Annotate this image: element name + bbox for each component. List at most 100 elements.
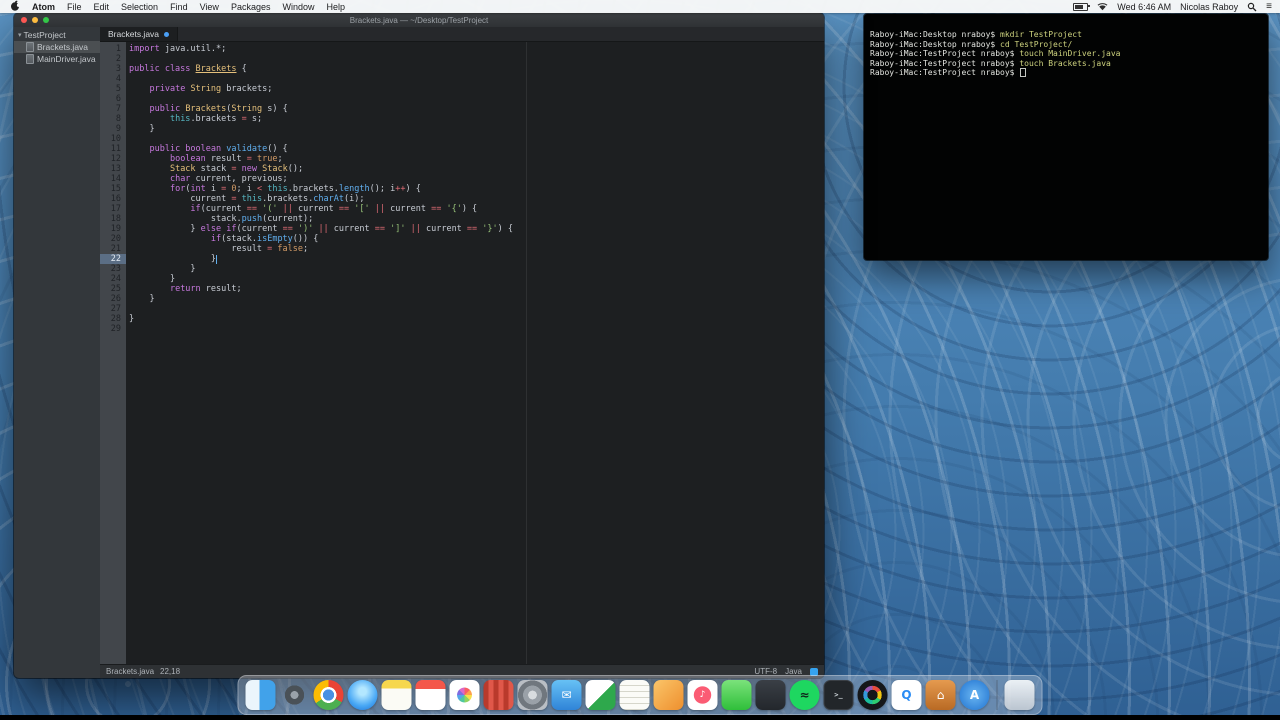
line-number: 24 <box>110 274 121 284</box>
spotlight-icon[interactable] <box>1247 2 1257 12</box>
menu-item-view[interactable]: View <box>200 2 219 12</box>
dock-launchpad-icon[interactable] <box>279 680 310 710</box>
code-line[interactable]: } <box>129 254 824 264</box>
menu-user[interactable]: Nicolas Raboy <box>1180 2 1238 12</box>
dock-chrome-icon[interactable] <box>313 680 344 710</box>
dock-terminal-icon[interactable]: >_ <box>823 680 854 710</box>
code-line[interactable]: Stack stack = new Stack(); <box>129 164 824 174</box>
dock-mail-icon[interactable]: ✉ <box>551 680 582 710</box>
tab-label: Brackets.java <box>108 29 160 39</box>
code-line[interactable]: current = this.brackets.charAt(i); <box>129 194 824 204</box>
menu-item-window[interactable]: Window <box>282 2 314 12</box>
terminal-line: Raboy-iMac:TestProject nraboy$ touch Mai… <box>870 49 1121 59</box>
line-number: 12 <box>110 154 121 164</box>
dock-notes-icon[interactable] <box>381 680 412 710</box>
menu-item-edit[interactable]: Edit <box>94 2 110 12</box>
line-number: 7 <box>115 104 121 114</box>
code-line[interactable] <box>129 304 824 314</box>
code-line[interactable]: public boolean validate() { <box>129 144 824 154</box>
tree-root[interactable]: ▾ TestProject <box>14 29 100 41</box>
line-number: 5 <box>115 84 121 94</box>
menu-item-find[interactable]: Find <box>170 2 188 12</box>
menu-item-selection[interactable]: Selection <box>121 2 158 12</box>
tab-bar: Brackets.java <box>100 27 824 42</box>
code-line[interactable]: } <box>129 264 824 274</box>
line-number: 21 <box>110 244 121 254</box>
dock-photos-icon[interactable] <box>449 680 480 710</box>
zoom-button[interactable] <box>43 17 49 23</box>
dock-calendar-icon[interactable] <box>415 680 446 710</box>
tree-file-label: MainDriver.java <box>37 54 96 64</box>
notification-center-icon[interactable]: ≡ <box>1266 1 1272 12</box>
editor[interactable]: 1 2 3 4 5 6 7 8 9 10 11 12 13 14 15 16 17 18 19 20 21 22 23 24 2… <box>100 42 824 664</box>
code-line[interactable] <box>129 74 824 84</box>
code-line[interactable]: } <box>129 124 824 134</box>
status-file[interactable]: Brackets.java <box>106 667 154 676</box>
code-line[interactable] <box>129 324 824 334</box>
tree-file-maindriver.java[interactable]: MainDriver.java <box>14 53 100 65</box>
code-line[interactable]: } <box>129 314 824 324</box>
code-line[interactable]: boolean result = true; <box>129 154 824 164</box>
terminal-window[interactable]: Raboy-iMac:Desktop nraboy$ mkdir TestPro… <box>864 14 1268 260</box>
line-number: 4 <box>115 74 121 84</box>
dock-app-store-icon[interactable]: A <box>959 680 990 710</box>
battery-icon[interactable] <box>1073 2 1091 11</box>
code-line[interactable]: for(int i = 0; i < this.brackets.length(… <box>129 184 824 194</box>
menu-item-file[interactable]: File <box>67 2 82 12</box>
code-line[interactable]: import java.util.*; <box>129 44 824 54</box>
tab-brackets-java[interactable]: Brackets.java <box>100 27 179 41</box>
dock-textedit-icon[interactable] <box>619 680 650 710</box>
dock-spotify-icon[interactable]: ≈ <box>789 680 820 710</box>
line-number: 29 <box>110 324 121 334</box>
dock-finder-icon[interactable] <box>245 680 276 710</box>
code-line[interactable]: this.brackets = s; <box>129 114 824 124</box>
dock-aperture-icon[interactable] <box>857 680 888 710</box>
code-line[interactable] <box>129 54 824 64</box>
code-line[interactable] <box>129 94 824 104</box>
menu-clock[interactable]: Wed 6:46 AM <box>1117 2 1171 12</box>
code-line[interactable]: if(stack.isEmpty()) { <box>129 234 824 244</box>
menu-item-help[interactable]: Help <box>326 2 345 12</box>
code-line[interactable]: } <box>129 294 824 304</box>
menu-item-packages[interactable]: Packages <box>231 2 271 12</box>
dock-system-preferences-icon[interactable] <box>517 680 548 710</box>
dock-trash-icon[interactable] <box>1004 680 1035 710</box>
code-line[interactable]: } else if(current == ')' || current == '… <box>129 224 824 234</box>
code-line[interactable]: } <box>129 274 824 284</box>
dock-dark-app-icon[interactable] <box>755 680 786 710</box>
dock-quicktime-icon[interactable]: Q <box>891 680 922 710</box>
status-cursor-position[interactable]: 22,18 <box>160 667 180 676</box>
code-line[interactable]: return result; <box>129 284 824 294</box>
line-number: 10 <box>110 134 121 144</box>
atom-titlebar[interactable]: Brackets.java — ~/Desktop/TestProject <box>14 13 824 27</box>
modified-indicator-icon[interactable] <box>164 31 170 37</box>
line-number: 15 <box>110 184 121 194</box>
code-pane[interactable]: import java.util.*; public class Brackets… <box>126 42 824 664</box>
code-line[interactable]: private String brackets; <box>129 84 824 94</box>
dock-home-app-icon[interactable]: ⌂ <box>925 680 956 710</box>
code-line[interactable]: stack.push(current); <box>129 214 824 224</box>
code-line[interactable]: public Brackets(String s) { <box>129 104 824 114</box>
terminal-cursor <box>1020 68 1027 78</box>
code-line[interactable] <box>129 134 824 144</box>
dock-facetime-icon[interactable] <box>721 680 752 710</box>
minimize-button[interactable] <box>32 17 38 23</box>
wifi-icon[interactable] <box>1097 2 1108 11</box>
dock-photo-booth-icon[interactable] <box>483 680 514 710</box>
menu-item-atom[interactable]: Atom <box>32 2 55 12</box>
tree-file-brackets.java[interactable]: Brackets.java <box>14 41 100 53</box>
line-number: 19 <box>110 224 121 234</box>
apple-icon <box>11 0 21 11</box>
dock-stocks-icon[interactable] <box>585 680 616 710</box>
code-line[interactable]: result = false; <box>129 244 824 254</box>
code-line[interactable]: char current, previous; <box>129 174 824 184</box>
dock: ✉ ♪ ≈ >_ Q ⌂ A <box>237 675 1043 715</box>
chevron-down-icon: ▾ <box>18 32 22 39</box>
dock-itunes-icon[interactable]: ♪ <box>687 680 718 710</box>
apple-menu[interactable] <box>10 0 21 13</box>
dock-pages-icon[interactable] <box>653 680 684 710</box>
dock-safari-icon[interactable] <box>347 680 378 710</box>
code-line[interactable]: public class Brackets { <box>129 64 824 74</box>
code-line[interactable]: if(current == '(' || current == '[' || c… <box>129 204 824 214</box>
close-button[interactable] <box>21 17 27 23</box>
